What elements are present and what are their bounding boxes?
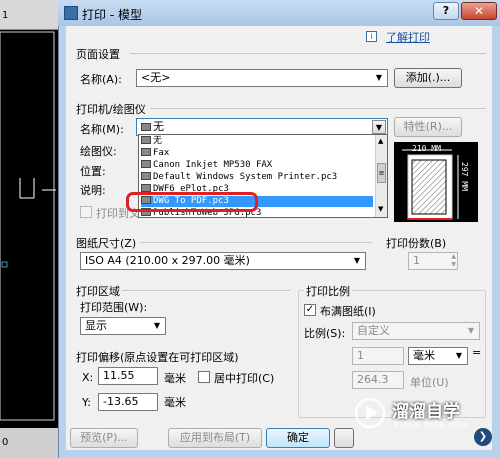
cancel-button-partial[interactable] [334, 428, 354, 448]
window-title: 打印 - 模型 [82, 8, 142, 22]
dropdown-item-fax[interactable]: Fax [141, 148, 169, 159]
offset-y-unit: 毫米 [164, 396, 186, 409]
paper-size-divider [140, 242, 372, 243]
add-page-setup-button[interactable]: 添加(.)... [394, 68, 462, 88]
watermark-url: ZIXUE.3066.COM [394, 421, 468, 429]
help-button[interactable]: ? [433, 2, 459, 20]
watermark-brand: 溜溜自学 [392, 402, 460, 422]
location-label: 位置: [80, 165, 106, 178]
scroll-thumb[interactable]: ≡ [377, 163, 386, 183]
plotter-label: 绘图仪: [80, 145, 117, 158]
unit-label: 单位(U) [410, 376, 449, 389]
scale-label: 比例(S): [304, 327, 346, 340]
center-plot-checkbox[interactable] [198, 371, 210, 383]
expand-arrow-icon[interactable]: ❯ [474, 428, 492, 446]
chevron-down-icon: ▼ [353, 256, 361, 265]
chevron-down-icon: ▼ [372, 120, 386, 134]
plot-range-value: 显示 [85, 319, 107, 332]
scroll-up-arrow-icon[interactable]: ▲ [378, 137, 383, 145]
offset-y-label: Y: [82, 396, 91, 409]
plot-area-divider [122, 290, 290, 291]
offset-y-input[interactable]: -13.65 [98, 393, 158, 411]
plot-range-label: 打印范围(W): [80, 301, 148, 314]
printer-icon [141, 123, 151, 131]
offset-x-input[interactable]: 11.55 [98, 367, 158, 385]
scale-unit-select[interactable]: 毫米 ▼ [408, 347, 468, 365]
scale-unit-value: 毫米 [413, 349, 435, 362]
print-to-file-checkbox[interactable] [80, 206, 92, 218]
paper-height-label: 297 MM [460, 162, 469, 191]
page-setup-name-label: 名称(A): [80, 73, 122, 86]
info-icon[interactable]: i [366, 31, 377, 42]
dropdown-item-none[interactable]: 无 [141, 136, 162, 147]
cad-drawing-lines [0, 31, 56, 421]
fit-to-paper-label: 布满图纸(I) [320, 305, 376, 318]
close-button[interactable]: ✕ [461, 2, 497, 20]
printer-name-label: 名称(M): [80, 123, 124, 136]
chevron-down-icon: ▼ [375, 73, 383, 82]
equals-sign: = [472, 346, 482, 359]
page-setup-name-value: <无> [141, 71, 171, 84]
printer-properties-button[interactable]: 特性(R)... [394, 117, 462, 137]
paper-size-value: ISO A4 (210.00 x 297.00 毫米) [85, 254, 250, 267]
center-plot-label: 居中打印(C) [214, 372, 275, 385]
scale-value2-input[interactable]: 264.3 [352, 371, 404, 389]
plot-area-group-label: 打印区域 [76, 285, 120, 298]
scale-select[interactable]: 自定义 ▼ [352, 322, 480, 340]
printer-group-label: 打印机/绘图仪 [76, 103, 146, 116]
plot-offset-group-label: 打印偏移(原点设置在可打印区域) [76, 351, 239, 364]
plot-range-select[interactable]: 显示 ▼ [80, 317, 166, 335]
cad-tab-label: 1 [2, 10, 9, 21]
paper-size-label: 图纸尺寸(Z) [76, 237, 137, 250]
learn-print-link[interactable]: 了解打印 [386, 29, 430, 45]
scale-value: 自定义 [357, 324, 390, 337]
preview-button[interactable]: 预览(P)... [70, 428, 138, 448]
play-logo-icon [354, 397, 386, 429]
selection-highlight-ring [126, 192, 258, 212]
printer-icon [141, 148, 151, 156]
fit-to-paper-checkbox[interactable]: ✓ [304, 304, 316, 316]
plotter-icon [141, 184, 151, 192]
scale-value1-input[interactable]: 1 [352, 347, 404, 365]
printer-icon [141, 136, 151, 144]
chevron-down-icon: ▼ [455, 351, 463, 360]
page-setup-group-label: 页面设置 [76, 48, 120, 61]
page-setup-divider [130, 53, 486, 54]
dropdown-scrollbar[interactable]: ▲ ≡ ▼ [375, 135, 387, 217]
copies-input[interactable]: 1 ▲ ▼ [408, 252, 458, 270]
offset-x-label: X: [82, 371, 94, 384]
cad-status-label: 0 [2, 437, 9, 448]
plot-scale-group-label: 打印比例 [304, 283, 352, 299]
printer-divider [150, 108, 486, 109]
paper-width-label: 210 MM [412, 144, 441, 153]
dropdown-item-default-windows[interactable]: Default Windows System Printer.pc3 [141, 172, 337, 183]
paper-preview: 210 MM 297 MM [394, 142, 478, 222]
dropdown-item-canon[interactable]: Canon Inkjet MP530 FAX [141, 160, 272, 171]
description-label: 说明: [80, 184, 106, 197]
printer-icon [141, 172, 151, 180]
copies-label: 打印份数(B) [386, 237, 447, 250]
paper-size-select[interactable]: ISO A4 (210.00 x 297.00 毫米) ▼ [80, 252, 366, 270]
chevron-down-icon: ▼ [153, 321, 161, 330]
scroll-down-arrow-icon: ▼ [378, 205, 384, 213]
apply-to-layout-button[interactable]: 应用到布局(T) [168, 428, 262, 448]
offset-x-unit: 毫米 [164, 372, 186, 385]
copies-value: 1 [413, 254, 420, 267]
printer-name-value: 无 [153, 120, 164, 133]
ok-button[interactable]: 确定 [266, 428, 330, 448]
watermark: 溜溜自学 ZIXUE.3066.COM [354, 395, 484, 437]
cad-tab-strip [0, 0, 58, 30]
spinner-icon[interactable]: ▲ ▼ [451, 253, 456, 269]
printer-app-icon [64, 6, 78, 20]
page-setup-name-select[interactable]: <无> ▼ [136, 69, 388, 87]
printer-icon [141, 160, 151, 168]
cad-status-bar [0, 428, 58, 458]
chevron-down-icon: ▼ [467, 326, 475, 335]
